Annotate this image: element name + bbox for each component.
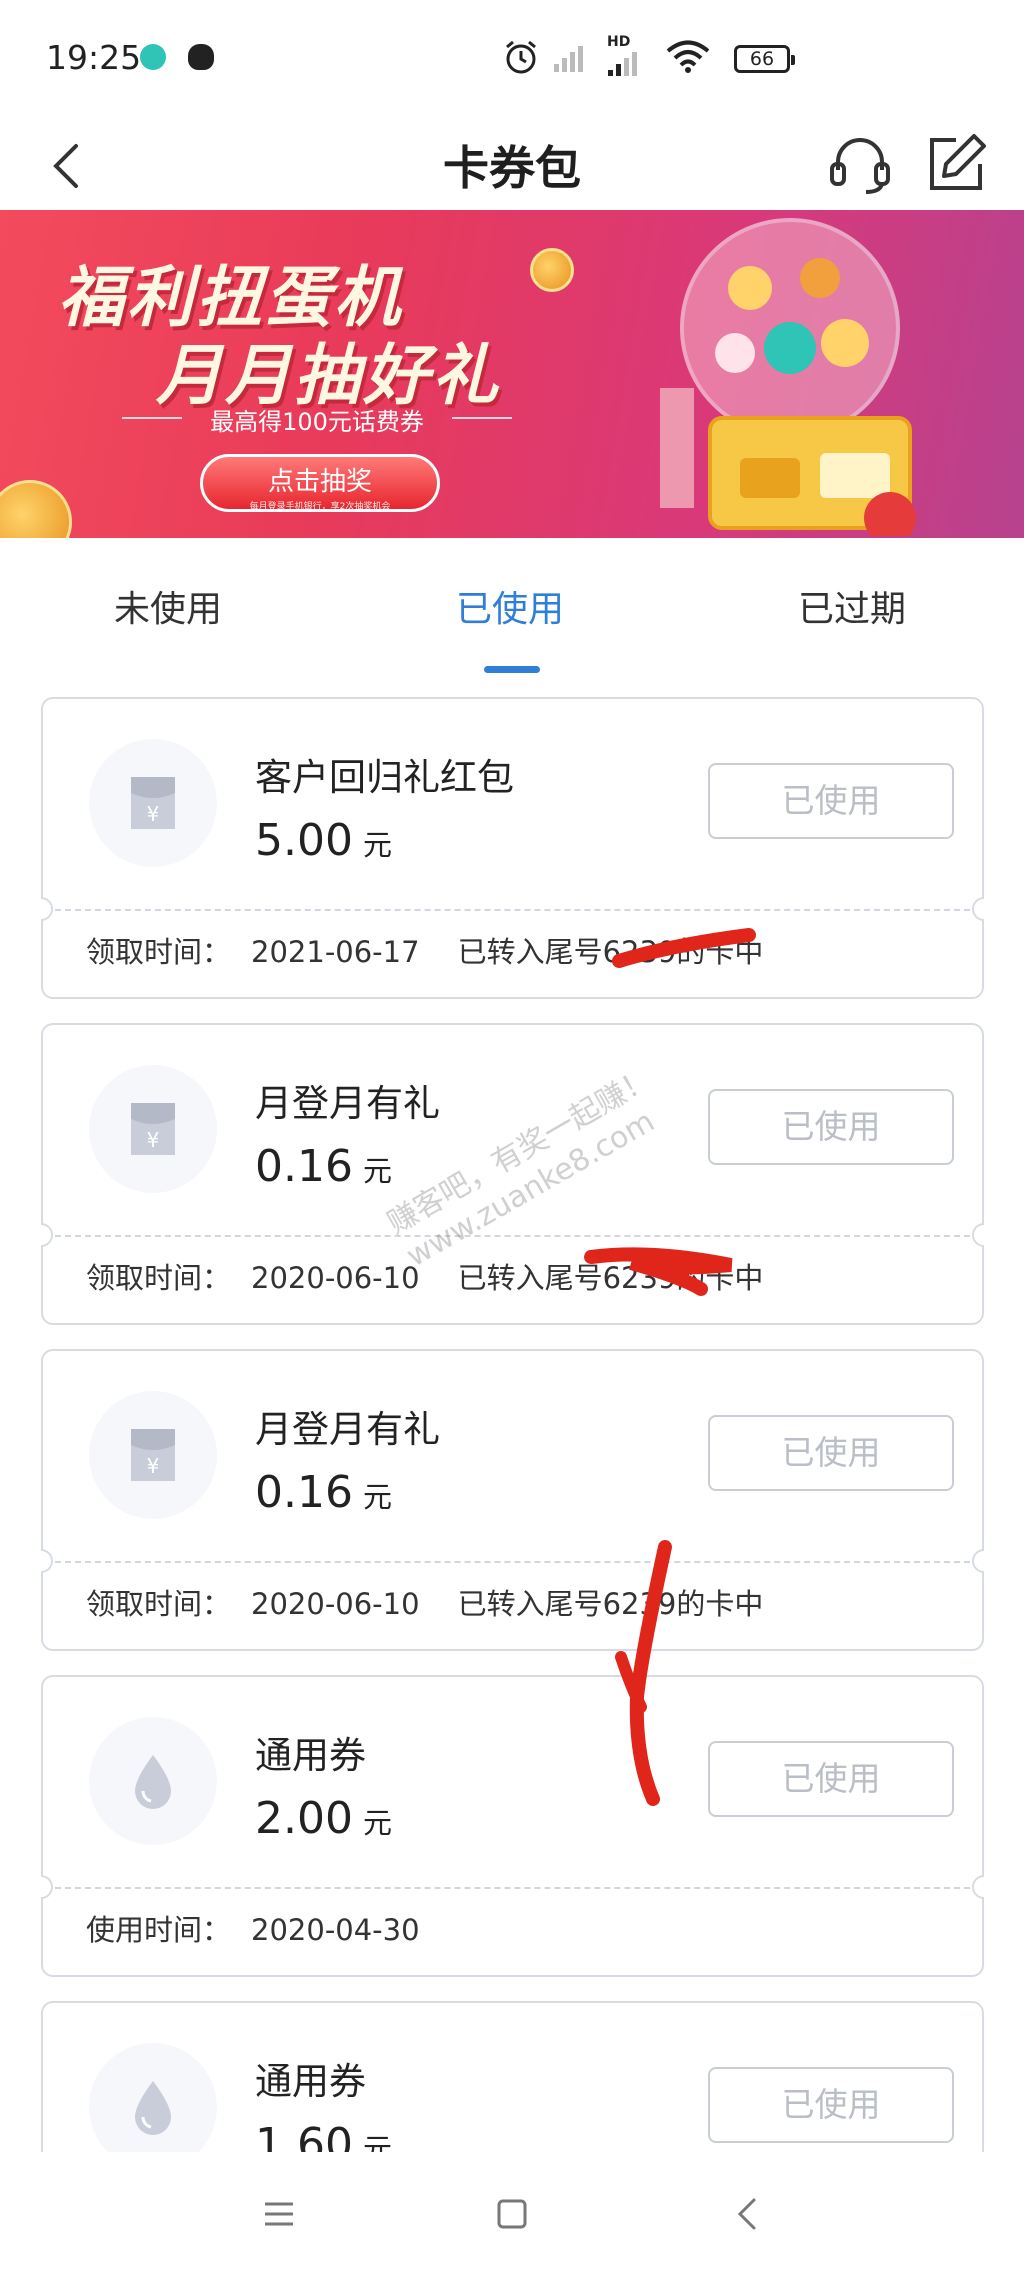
footer-date: 2020-04-30 xyxy=(251,1913,420,1947)
tab-expired[interactable]: 已过期 xyxy=(798,580,906,632)
qq-icon xyxy=(188,44,214,70)
coupon-card: 通用券 1.60 元 已使用 xyxy=(41,2001,984,2152)
lottery-button-label: 点击抽奖 xyxy=(267,467,372,497)
system-back-button[interactable] xyxy=(718,2184,778,2244)
coupon-card: ¥ 月登月有礼 0.16 元 已使用 领取时间： 2020-06-10 已转入尾号62… xyxy=(41,1349,984,1651)
red-envelope-icon: ¥ xyxy=(131,777,175,829)
alarm-icon xyxy=(506,40,536,74)
gacha-machine-icon xyxy=(660,218,916,536)
red-envelope-icon: ¥ xyxy=(131,1429,175,1481)
coupon-title: 客户回归礼红包 xyxy=(255,756,514,799)
coupon-amount: 5.00 元 xyxy=(255,815,392,866)
divider xyxy=(55,1561,970,1563)
amount-unit: 元 xyxy=(362,1480,392,1514)
lottery-button-note: 每月登录手机银行，享2次抽奖机会 xyxy=(249,502,391,512)
promo-banner[interactable]: 福利扭蛋机 月月抽好礼 最高得100元话费券 点击抽奖 每月登录手机银行，享2次… xyxy=(0,210,1024,538)
coupon-footer: 领取时间： 2021-06-17 已转入尾号6239的卡中 xyxy=(86,929,763,971)
e-app-icon xyxy=(140,44,166,70)
coupon-card: ¥ 客户回归礼红包 5.00 元 已使用 领取时间： 2021-06-17 已转入尾号… xyxy=(41,697,984,999)
amount-unit: 元 xyxy=(362,1154,392,1188)
used-status-button[interactable]: 已使用 xyxy=(708,1089,954,1165)
coupon-title: 通用券 xyxy=(255,1734,366,1777)
footer-date: 2020-06-10 xyxy=(251,1587,420,1621)
edit-button[interactable] xyxy=(918,126,994,202)
svg-text:¥: ¥ xyxy=(147,1128,160,1152)
chevron-left-icon xyxy=(737,2198,756,2230)
square-icon xyxy=(497,2199,527,2229)
coupon-title: 通用券 xyxy=(255,2060,366,2103)
coupon-amount: 2.00 元 xyxy=(255,1793,392,1844)
amount-value: 0.16 xyxy=(255,1467,353,1518)
coin-decoration-icon xyxy=(530,248,574,292)
coin-decoration-icon xyxy=(0,480,72,538)
svg-text:¥: ¥ xyxy=(147,1454,160,1478)
divider xyxy=(55,909,970,911)
coupon-amount: 0.16 元 xyxy=(255,1467,392,1518)
tab-used[interactable]: 已使用 xyxy=(456,580,564,632)
droplet-icon xyxy=(135,1755,171,1809)
footer-note: 已转入尾号6239的卡中 xyxy=(457,1587,764,1621)
footer-label: 领取时间： xyxy=(86,1261,232,1295)
footer-label: 领取时间： xyxy=(86,935,232,969)
used-status-button[interactable]: 已使用 xyxy=(708,2067,954,2143)
tab-bar: 未使用 已使用 已过期 xyxy=(0,538,1024,678)
header: 卡券包 xyxy=(0,118,1024,210)
divider xyxy=(55,1235,970,1237)
coupon-amount: 1.60 元 xyxy=(255,2119,392,2152)
used-status-button[interactable]: 已使用 xyxy=(708,1741,954,1817)
footer-note: 已转入尾号6239的卡中 xyxy=(457,1261,764,1295)
amount-unit: 元 xyxy=(362,1806,392,1840)
coupon-card: ¥ 月登月有礼 0.16 元 已使用 领取时间： 2020-06-10 已转入尾号62… xyxy=(41,1023,984,1325)
svg-text:¥: ¥ xyxy=(147,802,160,826)
red-envelope-icon: ¥ xyxy=(131,1103,175,1155)
footer-date: 2020-06-10 xyxy=(251,1261,420,1295)
coupon-title: 月登月有礼 xyxy=(255,1082,440,1125)
coupon-footer: 领取时间： 2020-06-10 已转入尾号6239的卡中 xyxy=(86,1255,763,1297)
amount-unit: 元 xyxy=(362,2132,392,2152)
footer-label: 使用时间： xyxy=(86,1913,232,1947)
used-status-button[interactable]: 已使用 xyxy=(708,1415,954,1491)
coupon-list[interactable]: ¥ 客户回归礼红包 5.00 元 已使用 领取时间： 2021-06-17 已转入尾号… xyxy=(41,697,984,2152)
edit-icon xyxy=(930,134,986,190)
amount-value: 2.00 xyxy=(255,1793,353,1844)
banner-subtitle: 最高得100元话费券 xyxy=(112,402,522,437)
home-button[interactable] xyxy=(482,2184,542,2244)
amount-value: 0.16 xyxy=(255,1141,353,1192)
active-tab-indicator xyxy=(484,666,540,673)
status-time: 19:25 xyxy=(46,38,142,77)
used-status-button[interactable]: 已使用 xyxy=(708,763,954,839)
customer-service-button[interactable] xyxy=(822,126,898,202)
wifi-icon xyxy=(666,40,710,73)
lottery-button[interactable]: 点击抽奖 每月登录手机银行，享2次抽奖机会 xyxy=(200,454,440,512)
divider xyxy=(55,1887,970,1889)
amount-value: 1.60 xyxy=(255,2119,353,2152)
tab-unused[interactable]: 未使用 xyxy=(114,580,222,632)
footer-label: 领取时间： xyxy=(86,1587,232,1621)
amount-value: 5.00 xyxy=(255,815,353,866)
footer-note: 已转入尾号6239的卡中 xyxy=(457,935,764,969)
droplet-icon xyxy=(135,2081,171,2135)
coupon-amount: 0.16 元 xyxy=(255,1141,392,1192)
headset-icon xyxy=(830,138,890,194)
battery-icon: 66 xyxy=(734,45,795,73)
footer-date: 2021-06-17 xyxy=(251,935,420,969)
menu-icon xyxy=(265,2202,293,2226)
amount-unit: 元 xyxy=(362,828,392,862)
system-navigation-bar xyxy=(0,2152,1024,2276)
page: 19:25 HD 66 卡券包 福利扭蛋机 月月抽好礼 最高得100元话费券 点… xyxy=(0,0,1024,2276)
coupon-card: 通用券 2.00 元 已使用 使用时间： 2020-04-30 xyxy=(41,1675,984,1977)
recent-apps-button[interactable] xyxy=(249,2184,309,2244)
coupon-footer: 领取时间： 2020-06-10 已转入尾号6239的卡中 xyxy=(86,1581,763,1623)
signal-icon xyxy=(554,42,583,72)
coupon-footer: 使用时间： 2020-04-30 xyxy=(86,1907,458,1949)
status-bar: 19:25 HD 66 xyxy=(0,0,1024,118)
coupon-title: 月登月有礼 xyxy=(255,1408,440,1451)
hd-signal-icon xyxy=(608,46,637,76)
